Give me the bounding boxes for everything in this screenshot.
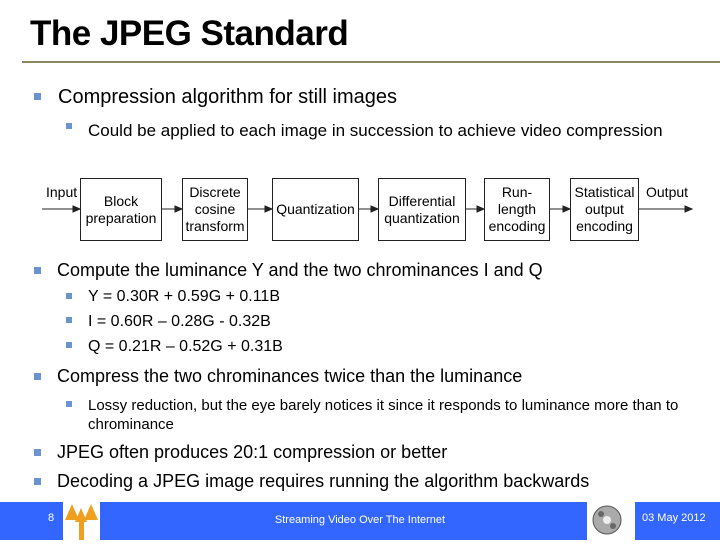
bullet-2-sub-1: Y = 0.30R + 0.59G + 0.11B	[88, 288, 280, 305]
bullet-icon	[66, 342, 72, 348]
bullet-icon	[34, 478, 41, 485]
bullet-icon	[66, 317, 72, 323]
stage-dct: Discrete cosine transform	[182, 178, 248, 241]
bullet-3-sub-1: Lossy reduction, but the eye barely noti…	[88, 397, 679, 433]
stage-statistical-output-encoding: Statistical output encoding	[570, 178, 639, 241]
stage-quantization: Quantization	[272, 178, 359, 241]
bullet-1: Compression algorithm for still images	[58, 86, 398, 108]
bullet-3: Compress the two chrominances twice than…	[57, 366, 523, 386]
bullet-1-sub-1: Could be applied to each image in succes…	[88, 121, 663, 140]
bullet-2-sub-2: I = 0.60R – 0.28G - 0.32B	[88, 313, 271, 330]
bullet-icon	[66, 123, 72, 129]
stage-differential-quantization: Differential quantization	[378, 178, 466, 241]
bullet-icon	[66, 293, 72, 299]
bullet-5: Decoding a JPEG image requires running t…	[57, 471, 590, 491]
slide-title: The JPEG Standard	[30, 14, 349, 53]
bullet-icon	[66, 401, 72, 407]
input-label: Input	[46, 184, 78, 200]
title-divider	[22, 61, 720, 63]
footer-date: 03 May 2012	[642, 512, 706, 524]
bullet-icon	[34, 267, 41, 274]
bullet-icon	[34, 93, 41, 100]
film-reel-image	[587, 502, 635, 540]
bullet-4: JPEG often produces 20:1 compression or …	[57, 442, 448, 462]
bullet-2-sub-3: Q = 0.21R – 0.52G + 0.31B	[88, 338, 283, 355]
bullet-icon	[34, 449, 41, 456]
stage-block-preparation: Block preparation	[80, 178, 162, 241]
film-reel-icon	[592, 505, 622, 535]
stage-run-length-encoding: Run- length encoding	[484, 178, 550, 241]
bullet-2: Compute the luminance Y and the two chro…	[57, 260, 543, 280]
bullet-icon	[34, 373, 41, 380]
output-label: Output	[646, 184, 689, 200]
